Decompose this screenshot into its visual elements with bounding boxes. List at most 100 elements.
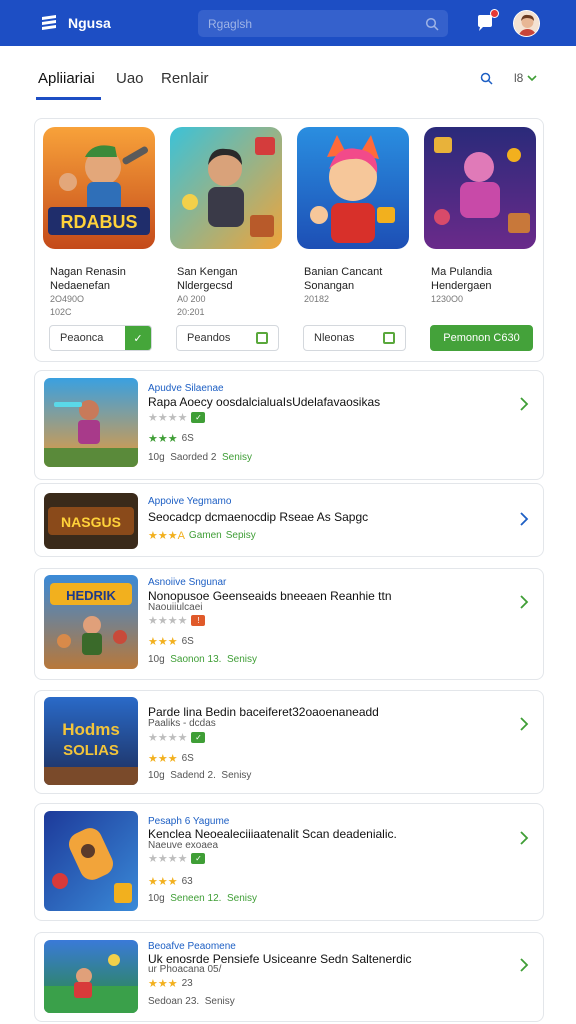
rating-row: ★★★★ ✓ [148,411,206,424]
verified-icon: ✓ [191,412,206,423]
sort-label: l8 [514,71,524,85]
featured-title: Ma Pulandia Hendergaen [431,266,493,292]
item-title: Parde lina Bedin baceiferet32oaoenaneadd [148,705,379,719]
tab-applications[interactable]: Apliiariai [38,70,95,87]
sort-dropdown[interactable]: l8 [514,71,537,85]
menu-logo-icon[interactable] [38,12,60,34]
chevron-right-icon[interactable] [519,595,529,609]
star-rating: ★★★★ [148,412,188,424]
featured-title: Nagan Renasin Nedaenefan [50,266,126,292]
search-icon[interactable] [480,72,493,85]
rating-row: ★★★★ ✓ [148,852,206,865]
top-app-bar: Ngusa Rgaglsh [0,0,576,46]
search-input[interactable]: Rgaglsh [208,17,425,31]
rating-value: 6S [181,433,194,444]
chevron-right-icon[interactable] [519,958,529,972]
svg-text:SOLIAS: SOLIAS [63,742,119,759]
rating-value: 23 [181,978,193,989]
featured-title: Banian Cancant Sonangan [304,266,383,292]
item-category[interactable]: Appoive Yegmamo [148,496,231,507]
game-artwork: RDABUS [43,127,155,249]
list-item[interactable]: Apudve Silaenae Rapa Aoecy oosdalcialuaI… [34,370,544,480]
score-row: ★★★A Gamen Sepisy [148,530,256,542]
featured-action-button[interactable]: Pemonon C630 [430,325,533,351]
rating-row: ★★★★ ! [148,614,206,627]
featured-card[interactable]: Ma Pulandia Hendergaen 1230O0 Pemonon C6… [416,119,538,363]
featured-meta: 2O490O 102C [50,294,85,317]
star-rating: ★★★ [148,753,178,765]
item-category[interactable]: Beoafve Peaomene [148,941,236,952]
search-bar[interactable]: Rgaglsh [198,10,448,37]
item-meta: 10g Sadend 2. Senisy [148,770,252,781]
item-description: Naeuve exoaea [148,840,219,851]
star-rating: ★★★ [148,636,178,648]
checkmark-icon: ✓ [125,326,151,350]
featured-card[interactable]: Banian Cancant Sonangan 20182 Nleonas [289,119,411,363]
score-row: ★★★ 63 [148,875,193,888]
chevron-right-icon[interactable] [519,512,529,526]
star-rating: ★★★ [148,876,178,888]
game-thumbnail: Hodms SOLIAS [44,697,138,785]
game-thumbnail [44,940,138,1013]
list-item[interactable]: HEDRIK Asnoiive Sngunar Nonopusoe Geense… [34,568,544,680]
featured-carousel: RDABUS Nagan Renasin Nedaenefan 2O490O 10… [34,118,544,362]
notification-icon[interactable] [474,9,499,34]
tab-renlair[interactable]: Renlair [161,70,209,87]
active-tab-indicator [36,97,101,100]
featured-card[interactable]: RDABUS Nagan Renasin Nedaenefan 2O490O 10… [35,119,157,363]
item-category[interactable]: Pesaph 6 Yagume [148,816,229,827]
search-icon[interactable] [425,17,439,31]
item-category[interactable]: Asnoiive Sngunar [148,577,226,588]
notification-badge [490,9,499,18]
item-title: Kenclea Neoealeciiiaatenalit Scan deaden… [148,827,397,841]
item-title: Nonopusoe Geenseaids bneeaen Reanhie ttn [148,589,392,603]
item-meta: 10g Saonon 13. Senisy [148,654,257,665]
chevron-right-icon[interactable] [519,397,529,411]
featured-meta: 20182 [304,294,330,304]
checkbox-icon [383,332,395,344]
game-artwork [170,127,282,249]
game-thumbnail [44,811,138,911]
item-category[interactable]: Apudve Silaenae [148,383,224,394]
avatar[interactable] [513,10,540,37]
score-row: ★★★ 6S [148,635,194,648]
featured-meta: 1230O0 [431,294,464,304]
featured-action-button[interactable]: Peandos [176,325,279,351]
list-item[interactable]: NASGUS Appoive Yegmamo Seocadcp dcmaenoc… [34,483,544,557]
item-meta: 10g Seneen 12. Senisy [148,893,257,904]
item-title: Seocadcp dcmaenocdip Rseae As Sapgc [148,510,369,524]
tab-bar: Apliiariai Uao Renlair l8 [0,46,576,104]
item-description: Naouiiulcaei [148,602,203,613]
game-thumbnail [44,378,138,467]
item-title: Rapa Aoecy oosdalcialuaIsUdelafavaosikas [148,395,381,409]
game-artwork [297,127,409,249]
tab-uao[interactable]: Uao [116,70,144,87]
list-item[interactable]: Hodms SOLIAS Parde lina Bedin baceiferet… [34,690,544,794]
svg-text:HEDRIK: HEDRIK [66,588,116,603]
verified-icon: ✓ [191,732,206,743]
game-thumbnail: NASGUS [44,493,138,549]
score-row: ★★★ 6S [148,432,194,445]
list-item[interactable]: Beoafve Peaomene Uk enosrde Pensiefe Usi… [34,932,544,1022]
rating-value: 6S [181,636,194,647]
chevron-down-icon [527,75,537,82]
svg-text:NASGUS: NASGUS [61,514,121,530]
checkbox-icon [256,332,268,344]
star-rating: ★★★A [148,530,185,542]
list-item[interactable]: Pesaph 6 Yagume Kenclea Neoealeciiiaaten… [34,803,544,921]
chevron-right-icon[interactable] [519,717,529,731]
score-row: ★★★ 23 [148,977,193,990]
rating-value: 63 [181,876,193,887]
featured-action-button[interactable]: Peaonca ✓ [49,325,152,351]
item-meta: 10g Saorded 2 Senisy [148,452,252,463]
star-rating: ★★★★ [148,615,188,627]
game-artwork [424,127,536,249]
chevron-right-icon[interactable] [519,831,529,845]
featured-action-button[interactable]: Nleonas [303,325,406,351]
featured-title: San Kengan Nldergecsd [177,266,238,292]
svg-text:Hodms: Hodms [62,720,120,739]
item-description: ur Phoacana 05/ [148,964,222,975]
featured-card[interactable]: San Kengan Nldergecsd A0 200 20:201 Peand… [162,119,284,363]
alert-icon: ! [191,615,206,626]
star-rating: ★★★ [148,978,178,990]
